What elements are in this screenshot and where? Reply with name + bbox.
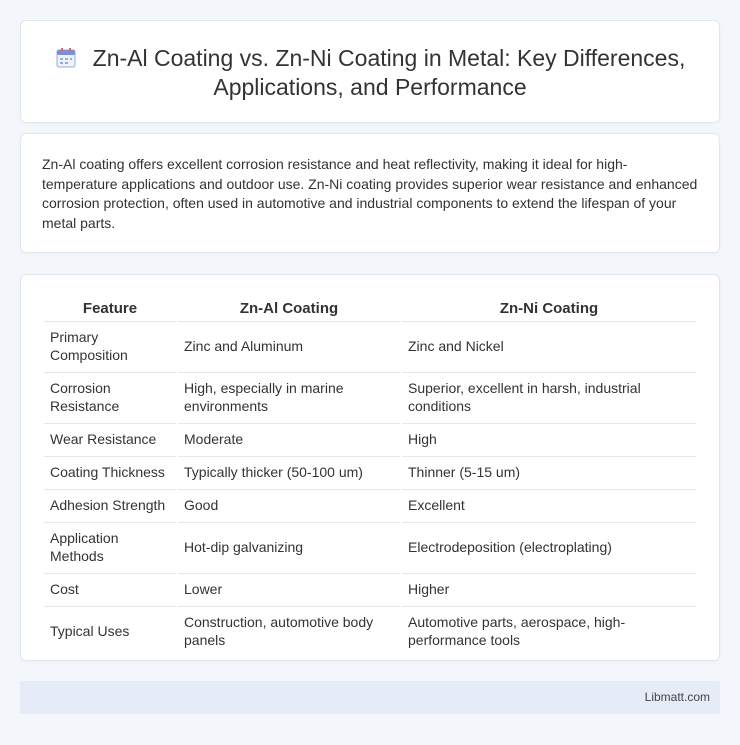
comparison-table: Feature Zn-Al Coating Zn-Ni Coating Prim…	[42, 296, 698, 657]
zn-al-cell: Moderate	[178, 423, 400, 454]
intro-card: Zn-Al coating offers excellent corrosion…	[20, 133, 720, 253]
zn-al-cell: Hot-dip galvanizing	[178, 522, 400, 571]
zn-ni-cell: Excellent	[402, 489, 696, 520]
title-line-1: Zn-Al Coating vs. Zn-Ni Coating in Metal…	[92, 45, 686, 71]
zn-al-cell: Construction, automotive body panels	[178, 606, 400, 655]
title-card: Zn-Al Coating vs. Zn-Ni Coating in Metal…	[20, 20, 720, 123]
zn-ni-cell: Superior, excellent in harsh, industrial…	[402, 372, 696, 421]
table-row: Wear Resistance Moderate High	[44, 423, 696, 454]
feature-cell: Application Methods	[44, 522, 176, 571]
table-row: Typical Uses Construction, automotive bo…	[44, 606, 696, 655]
zn-al-cell: High, especially in marine environments	[178, 372, 400, 421]
comparison-card: Feature Zn-Al Coating Zn-Ni Coating Prim…	[20, 274, 720, 661]
table-row: Corrosion Resistance High, especially in…	[44, 372, 696, 421]
zn-al-cell: Good	[178, 489, 400, 520]
zn-al-cell: Zinc and Aluminum	[178, 321, 400, 370]
feature-cell: Corrosion Resistance	[44, 372, 176, 421]
table-row: Adhesion Strength Good Excellent	[44, 489, 696, 520]
zn-al-cell: Lower	[178, 573, 400, 604]
page-title: Zn-Al Coating vs. Zn-Ni Coating in Metal…	[21, 44, 719, 102]
feature-cell: Typical Uses	[44, 606, 176, 655]
calendar-icon	[55, 47, 77, 69]
zn-ni-cell: Zinc and Nickel	[402, 321, 696, 370]
table-row: Cost Lower Higher	[44, 573, 696, 604]
feature-cell: Wear Resistance	[44, 423, 176, 454]
header-zn-al: Zn-Al Coating	[239, 300, 339, 317]
zn-ni-cell: Higher	[402, 573, 696, 604]
feature-cell: Coating Thickness	[44, 456, 176, 487]
zn-al-cell: Typically thicker (50-100 um)	[178, 456, 400, 487]
footer-brand[interactable]: Libmatt.com	[645, 690, 710, 704]
header-zn-ni: Zn-Ni Coating	[499, 300, 599, 317]
zn-ni-cell: High	[402, 423, 696, 454]
footer-bar: Libmatt.com	[20, 681, 720, 714]
zn-ni-cell: Thinner (5-15 um)	[402, 456, 696, 487]
zn-ni-cell: Electrodeposition (electroplating)	[402, 522, 696, 571]
header-feature: Feature	[82, 300, 138, 317]
zn-ni-cell: Automotive parts, aerospace, high-perfor…	[402, 606, 696, 655]
table-row: Application Methods Hot-dip galvanizing …	[44, 522, 696, 571]
intro-paragraph: Zn-Al coating offers excellent corrosion…	[42, 156, 698, 231]
feature-cell: Adhesion Strength	[44, 489, 176, 520]
table-row: Coating Thickness Typically thicker (50-…	[44, 456, 696, 487]
table-row: Primary Composition Zinc and Aluminum Zi…	[44, 321, 696, 370]
feature-cell: Primary Composition	[44, 321, 176, 370]
feature-cell: Cost	[44, 573, 176, 604]
table-header-row: Feature Zn-Al Coating Zn-Ni Coating	[44, 298, 696, 319]
title-line-2: Applications, and Performance	[213, 74, 527, 100]
